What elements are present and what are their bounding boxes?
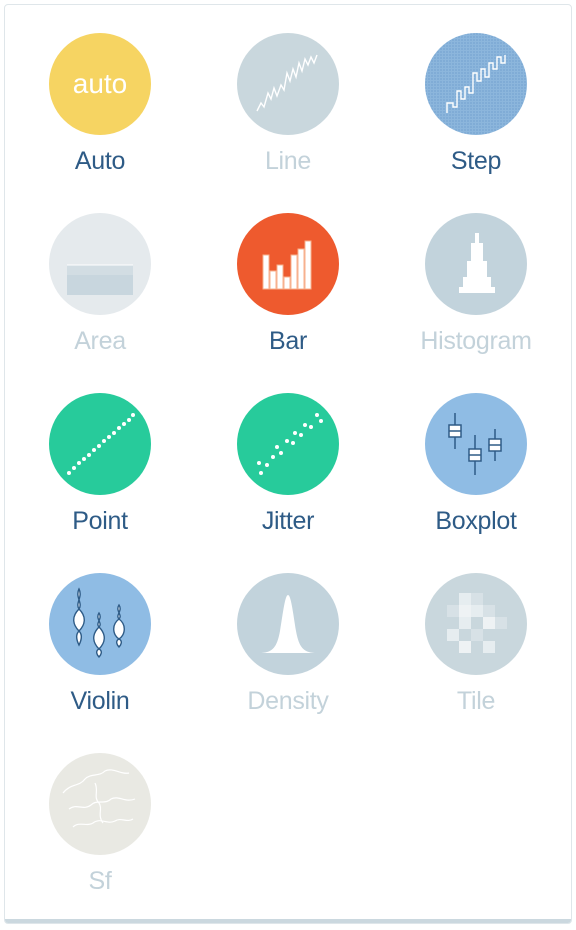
geom-option-histogram[interactable]: Histogram (395, 185, 555, 355)
point-icon (49, 393, 151, 495)
globe-icon (49, 753, 151, 855)
geom-label-step: Step (450, 147, 502, 175)
geom-option-sf[interactable]: Sf (19, 725, 179, 895)
geom-label-jitter: Jitter (261, 507, 315, 535)
geom-label-area: Area (74, 327, 126, 355)
geom-option-point[interactable]: Point (19, 365, 179, 535)
geom-option-auto[interactable]: auto Auto (19, 5, 179, 175)
geom-label-tile: Tile (456, 687, 496, 715)
panel-bottom-border (5, 919, 571, 923)
geom-label-line: Line (264, 147, 312, 175)
geom-label-violin: Violin (70, 687, 130, 715)
geom-option-step[interactable]: Step (395, 5, 555, 175)
tile-icon (425, 573, 527, 675)
geom-option-density[interactable]: Density (207, 545, 367, 715)
geom-label-auto: Auto (74, 147, 126, 175)
auto-icon: auto (49, 33, 151, 135)
bar-icon (237, 213, 339, 315)
geom-label-histogram: Histogram (420, 327, 532, 355)
auto-icon-text: auto (72, 68, 128, 99)
geom-option-tile[interactable]: Tile (395, 545, 555, 715)
step-icon (425, 33, 527, 135)
area-icon (49, 213, 151, 315)
geom-option-area[interactable]: Area (19, 185, 179, 355)
histogram-icon (425, 213, 527, 315)
geom-option-boxplot[interactable]: Boxplot (395, 365, 555, 535)
geom-label-density: Density (247, 687, 329, 715)
violin-icon (49, 573, 151, 675)
geom-option-line[interactable]: Line (207, 5, 367, 175)
geom-label-point: Point (72, 507, 128, 535)
geom-label-bar: Bar (268, 327, 307, 355)
boxplot-icon (425, 393, 527, 495)
density-icon (237, 573, 339, 675)
geom-option-jitter[interactable]: Jitter (207, 365, 367, 535)
geom-label-boxplot: Boxplot (435, 507, 517, 535)
line-icon (237, 33, 339, 135)
geom-option-bar[interactable]: Bar (207, 185, 367, 355)
geom-option-violin[interactable]: Violin (19, 545, 179, 715)
geom-picker-panel: auto Auto Line Step Area Bar Histogram P… (4, 4, 572, 924)
jitter-icon (237, 393, 339, 495)
geom-label-sf: Sf (88, 867, 112, 895)
